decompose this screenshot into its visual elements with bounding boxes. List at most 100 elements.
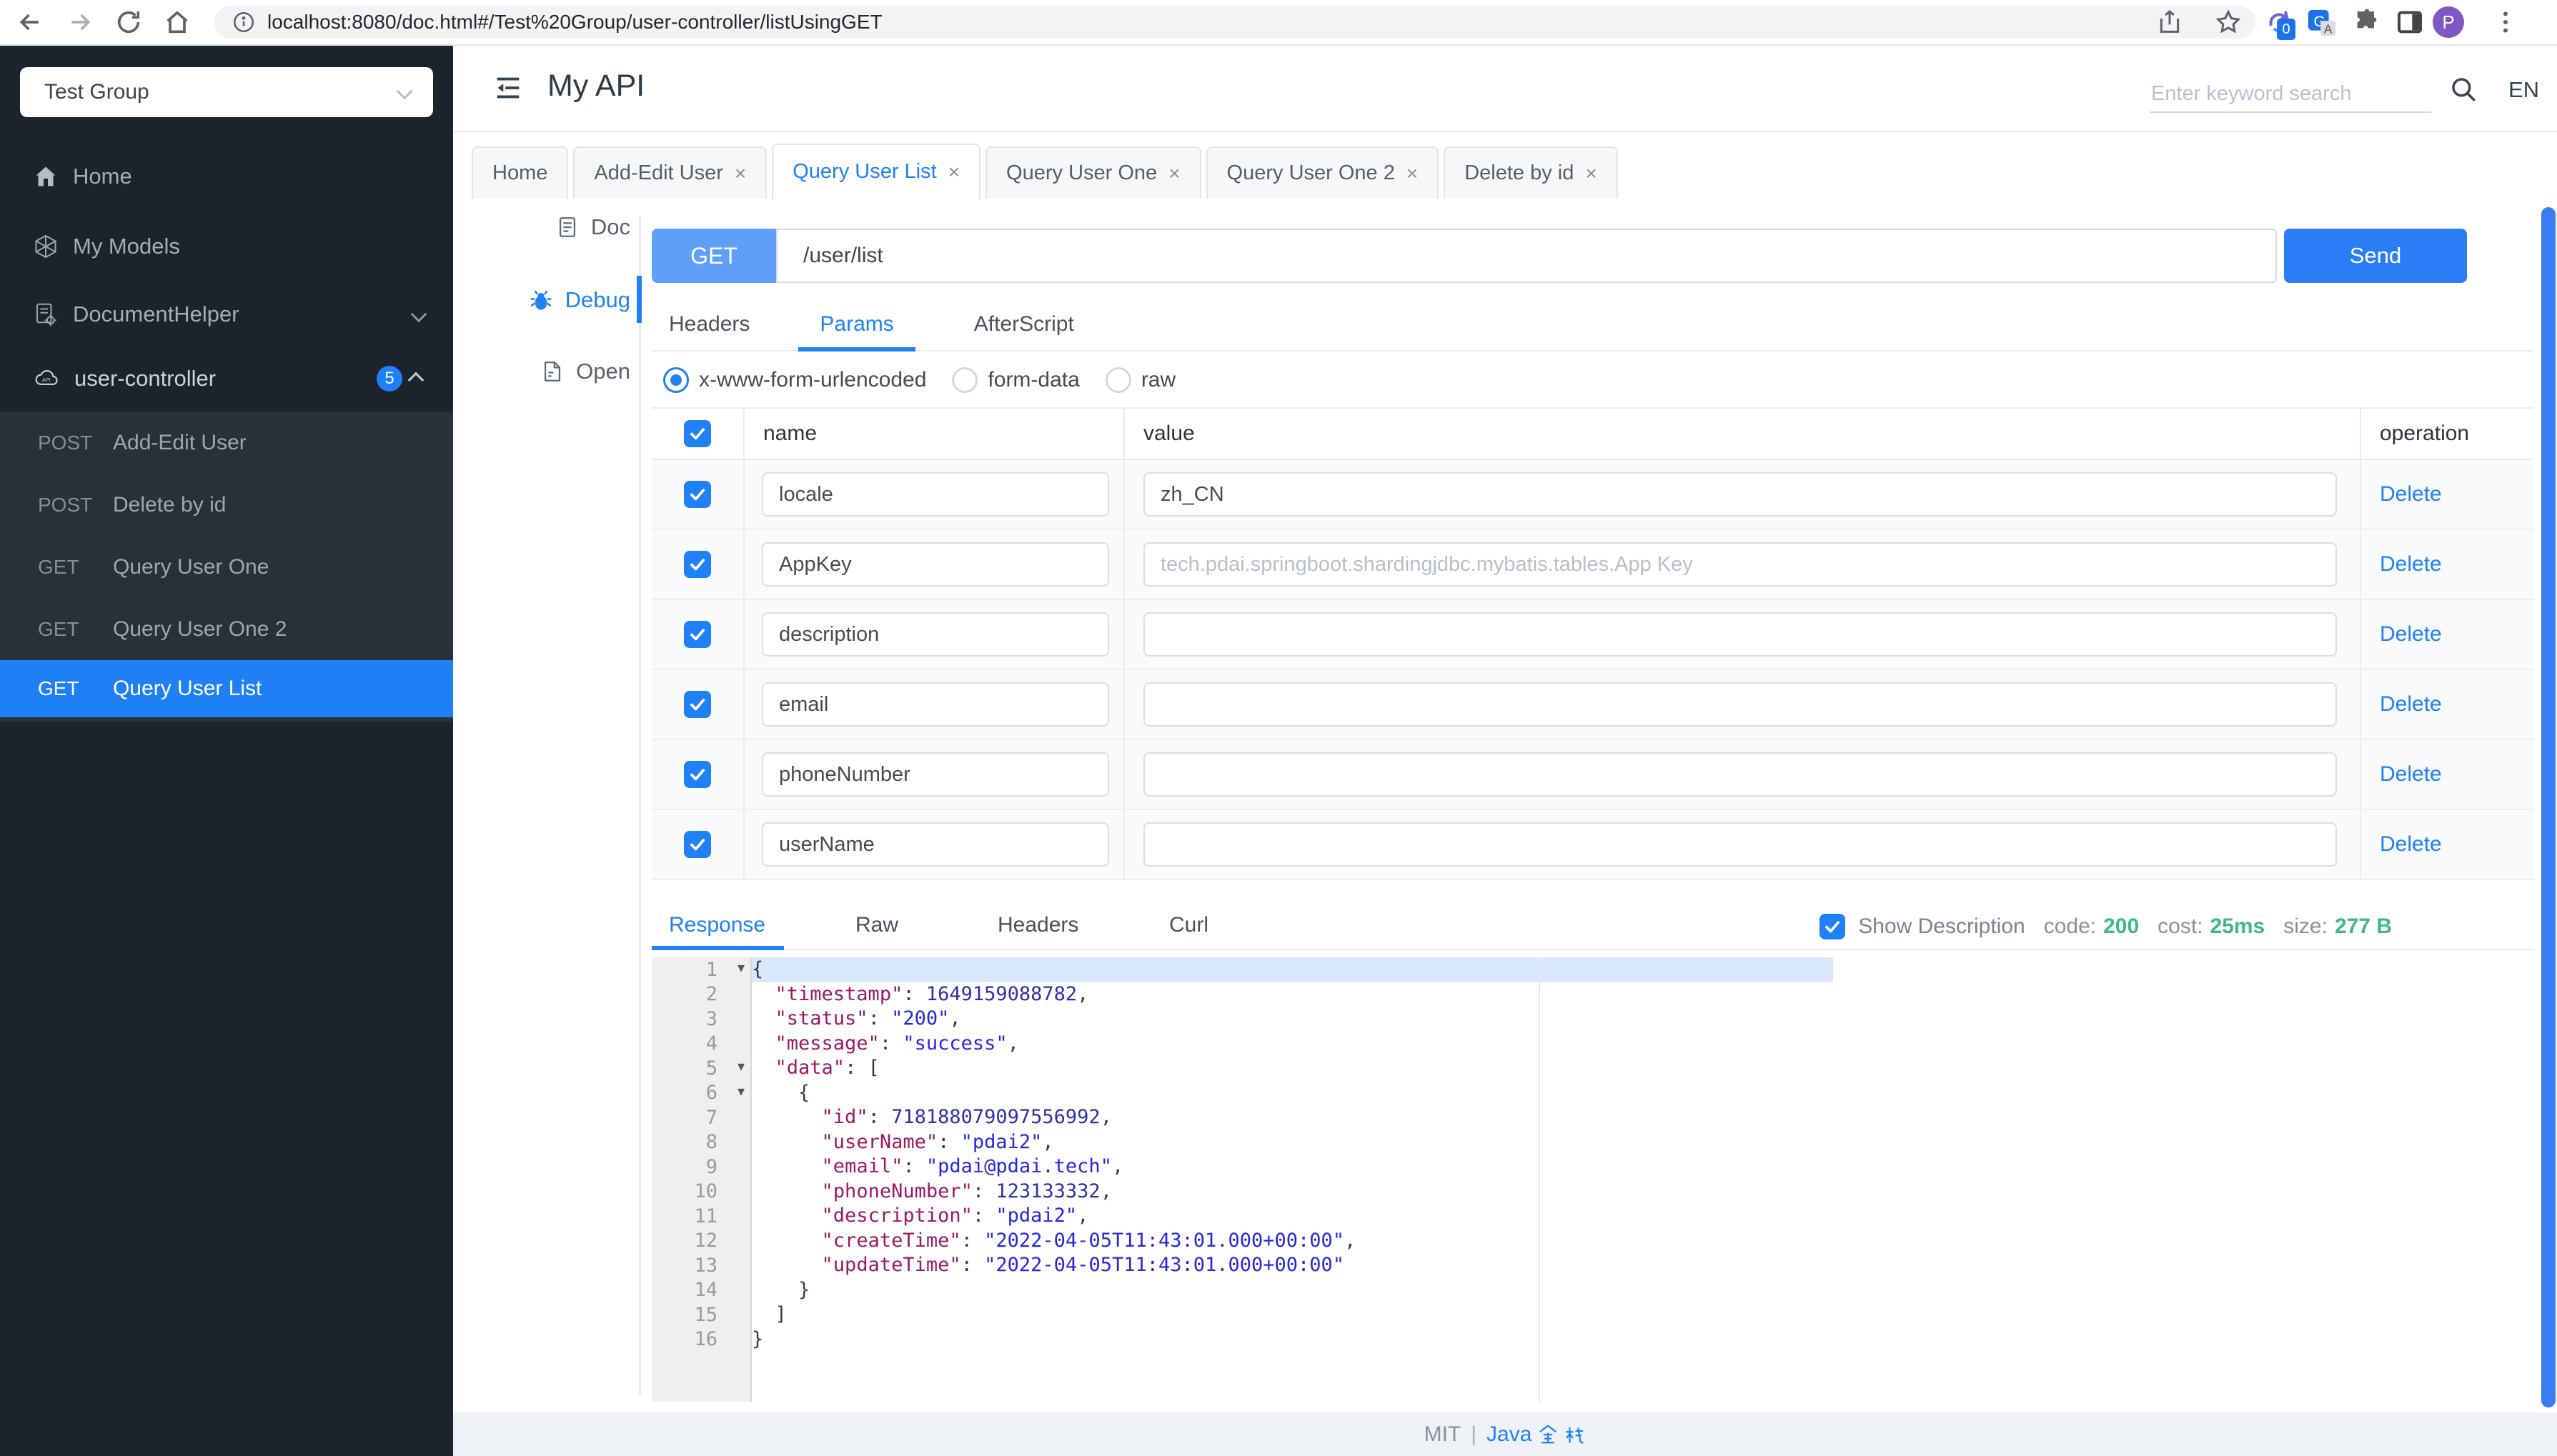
delete-param-link[interactable]: Delete: [2380, 622, 2442, 647]
body-type-radio[interactable]: raw: [1105, 367, 1176, 393]
translate-extension-icon[interactable]: GA: [2305, 7, 2338, 40]
rail-item-debug[interactable]: Debug: [495, 280, 656, 320]
browser-home-icon[interactable]: [163, 8, 192, 36]
bookmark-star-icon[interactable]: [2214, 8, 2243, 36]
response-tab-curl[interactable]: Curl: [1169, 902, 1208, 949]
search-input[interactable]: [2150, 74, 2434, 113]
param-value-input[interactable]: [1143, 472, 2337, 517]
extensions-puzzle-icon[interactable]: [2353, 8, 2381, 36]
param-name-input[interactable]: [762, 542, 1109, 587]
sidebar-item-user-controller[interactable]: API user-controller 5: [0, 356, 453, 402]
browser-reload-icon[interactable]: [114, 8, 143, 36]
sidebar-item-documenthelper[interactable]: DocumentHelper: [0, 291, 453, 337]
json-token: ]: [752, 1303, 787, 1325]
json-token: :: [868, 1007, 892, 1029]
content-tab[interactable]: Add-Edit User ×: [573, 146, 768, 199]
param-value-input[interactable]: [1143, 752, 2337, 797]
tab-close-icon[interactable]: ×: [1406, 163, 1418, 184]
body-type-radio[interactable]: x-www-form-urlencoded: [663, 367, 926, 393]
home-icon: [33, 164, 59, 189]
sidebar-item-my-models[interactable]: My Models: [0, 224, 453, 269]
response-tab-response[interactable]: Response: [669, 902, 765, 949]
sidebar-endpoint-item[interactable]: POST Add-Edit User: [0, 412, 453, 474]
delete-param-link[interactable]: Delete: [2380, 552, 2442, 577]
browser-menu-icon[interactable]: [2491, 8, 2520, 36]
response-tab-headers[interactable]: Headers: [998, 902, 1078, 949]
fold-caret-icon[interactable]: ▾: [738, 959, 745, 976]
param-value-input[interactable]: [1143, 612, 2337, 657]
search-icon[interactable]: [2448, 74, 2478, 104]
delete-param-link[interactable]: Delete: [2380, 762, 2442, 787]
tab-close-icon[interactable]: ×: [1585, 163, 1597, 184]
endpoint-name-label: Add-Edit User: [113, 430, 247, 454]
request-url-input[interactable]: [776, 229, 2277, 283]
rail-item-doc[interactable]: Doc: [495, 207, 656, 247]
row-checkbox-checked[interactable]: [684, 551, 711, 578]
tab-close-icon[interactable]: ×: [948, 161, 960, 182]
content-tab[interactable]: Delete by id ×: [1444, 146, 1618, 199]
sidebar-item-home[interactable]: Home: [0, 154, 453, 199]
content-tab[interactable]: Query User One 2 ×: [1206, 146, 1439, 199]
param-name-input[interactable]: [762, 682, 1109, 727]
param-name-cell: [743, 740, 1123, 809]
param-row: Delete: [652, 670, 2533, 740]
body-type-radio[interactable]: form-data: [952, 367, 1080, 393]
param-name-input[interactable]: [762, 472, 1109, 517]
sidebar-endpoint-item[interactable]: GET Query User One 2: [0, 598, 453, 660]
browser-back-icon[interactable]: [16, 8, 44, 36]
delete-param-link[interactable]: Delete: [2380, 832, 2442, 857]
site-info-icon[interactable]: [232, 10, 256, 34]
collapse-sidebar-icon[interactable]: [492, 71, 525, 104]
content-tab[interactable]: Home: [472, 146, 569, 199]
param-value-input[interactable]: [1143, 822, 2337, 867]
group-select[interactable]: Test Group: [20, 67, 433, 117]
delete-param-link[interactable]: Delete: [2380, 692, 2442, 717]
param-checkbox-cell: [652, 600, 743, 669]
browser-address-bar[interactable]: localhost:8080/doc.html#/Test%20Group/us…: [214, 6, 2255, 39]
code-line: "createTime": "2022-04-05T11:43:01.000+0…: [752, 1229, 1833, 1254]
content-tab[interactable]: Query User One ×: [985, 146, 1201, 199]
footer-link-latin: Java: [1486, 1422, 1532, 1446]
param-name-input[interactable]: [762, 612, 1109, 657]
sidebar-endpoint-item[interactable]: POST Delete by id: [0, 474, 453, 536]
fold-caret-icon[interactable]: ▾: [738, 1057, 745, 1074]
select-all-checkbox[interactable]: [684, 420, 711, 447]
tab-afterscript[interactable]: AfterScript: [953, 299, 1096, 350]
param-value-input[interactable]: [1143, 542, 2337, 587]
row-checkbox-checked[interactable]: [684, 761, 711, 788]
param-name-cell: [743, 460, 1123, 529]
browser-forward-icon[interactable]: [66, 8, 94, 36]
share-icon[interactable]: [2155, 8, 2184, 36]
footer-link[interactable]: Java: [1486, 1422, 1586, 1447]
profile-avatar[interactable]: P: [2433, 6, 2464, 38]
param-name-input[interactable]: [762, 752, 1109, 797]
tab-params[interactable]: Params: [798, 299, 916, 351]
tab-close-icon[interactable]: ×: [735, 163, 746, 184]
tab-headers[interactable]: Headers: [647, 299, 771, 350]
language-toggle[interactable]: EN: [2508, 77, 2539, 103]
sidebar-endpoint-item[interactable]: GET Query User List: [0, 660, 453, 717]
vertical-scrollbar-thumb[interactable]: [2541, 207, 2556, 1407]
send-button[interactable]: Send: [2284, 229, 2467, 283]
json-token: "timestamp": [775, 982, 903, 1005]
rail-item-open[interactable]: Open: [495, 351, 656, 392]
row-checkbox-checked[interactable]: [684, 481, 711, 508]
show-description-checkbox[interactable]: [1819, 914, 1846, 939]
response-tab-raw[interactable]: Raw: [855, 902, 898, 949]
tab-close-icon[interactable]: ×: [1168, 163, 1180, 184]
code-line: "id": 718188079097556992,: [752, 1105, 1833, 1130]
fold-caret-icon[interactable]: ▾: [738, 1082, 745, 1100]
sidebar-endpoint-item[interactable]: GET Query User One: [0, 536, 453, 598]
delete-param-link[interactable]: Delete: [2380, 482, 2442, 507]
param-value-input[interactable]: [1143, 682, 2337, 727]
param-name-input[interactable]: [762, 822, 1109, 867]
row-checkbox-checked[interactable]: [684, 621, 711, 648]
rail-divider: [639, 216, 641, 1395]
row-checkbox-checked[interactable]: [684, 831, 711, 858]
reading-list-extension-icon[interactable]: 0: [2263, 6, 2297, 40]
row-checkbox-checked[interactable]: [684, 691, 711, 718]
side-panel-icon[interactable]: [2395, 8, 2424, 36]
content-tab[interactable]: Query User List ×: [772, 144, 981, 200]
gutter-line: 2: [652, 982, 750, 1007]
